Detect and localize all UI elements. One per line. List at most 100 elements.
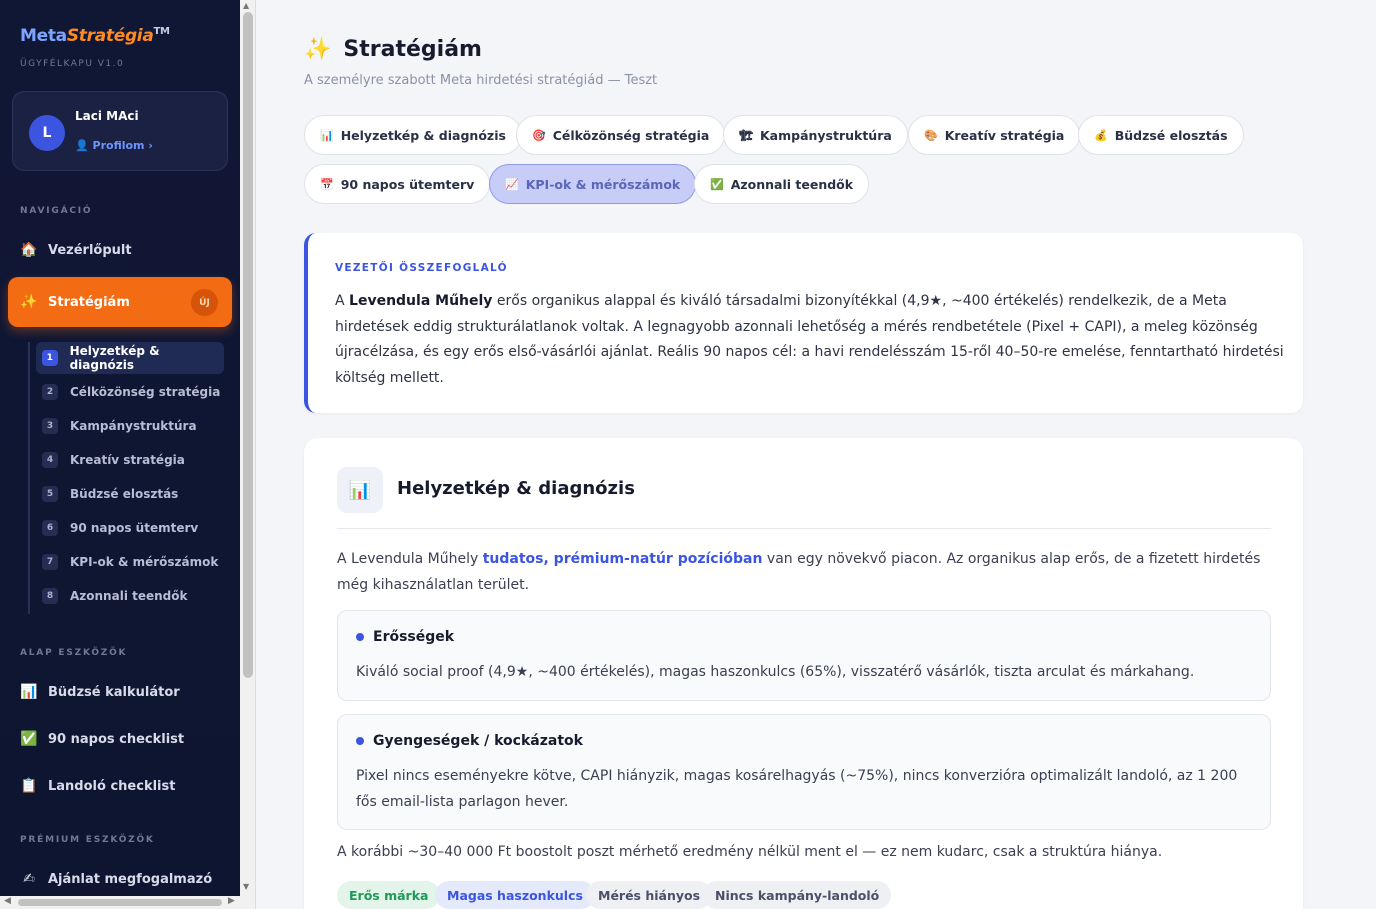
tab-budget-allocation[interactable]: 💰 Büdzsé elosztás (1078, 115, 1244, 155)
tab-campaign-structure[interactable]: 🏗 Kampánystruktúra (723, 115, 908, 155)
crane-icon: 🏗 (739, 128, 753, 142)
scroll-left-arrow-icon[interactable]: ◀ (4, 896, 11, 906)
sidebar-item-label: Stratégiám (48, 294, 130, 310)
money-bag-icon: 💰 (1094, 128, 1108, 142)
scroll-right-arrow-icon[interactable]: ▶ (228, 896, 235, 906)
sub-nav-label: Helyzetkép & diagnózis (69, 344, 160, 372)
sub-nav-item-7[interactable]: 7 KPI-ok & mérőszámok (36, 546, 224, 578)
sidebar-item-label: 90 napos checklist (48, 731, 185, 747)
scroll-up-arrow-icon[interactable]: ▲ (243, 1, 249, 10)
executive-summary-card: VEZETŐI ÖSSZEFOGLALÓ A Levendula Műhely … (304, 233, 1303, 413)
sidebar-item-label: Büdzsé kalkulátor (48, 684, 180, 700)
profile-link-label: Profilom › (92, 139, 153, 152)
sidebar-horizontal-scrollbar[interactable]: ◀ ▶ (0, 896, 240, 909)
section-divider (337, 528, 1271, 529)
tab-kpis[interactable]: 📈 KPI-ok & mérőszámok (489, 164, 697, 204)
weaknesses-text: Pixel nincs eseményekre kötve, CAPI hián… (356, 768, 1238, 810)
tab-label: Kampánystruktúra (759, 127, 892, 143)
chart-icon: 📊 (337, 467, 383, 513)
avatar: L (29, 115, 65, 151)
sidebar-item-label: Landoló checklist (48, 778, 176, 794)
section-outro: A korábbi ~30–40 000 Ft boostolt poszt m… (337, 844, 1163, 860)
chart-icon: 📊 (20, 684, 38, 700)
weaknesses-title: Gyengeségek / kockázatok (356, 733, 583, 749)
trend-up-icon: 📈 (505, 177, 519, 191)
tab-label: 90 napos ütemterv (340, 176, 475, 192)
scrollbar-thumb[interactable] (18, 899, 222, 906)
sub-nav-line (28, 342, 30, 614)
profile-card[interactable]: L Laci MAci 👤 Profilom › (12, 91, 228, 171)
sidebar-item-strategy[interactable]: ✨ Stratégiám ÚJ (8, 277, 232, 327)
tab-label: Célközönség stratégia (552, 127, 710, 143)
strengths-title: Erősségek (356, 629, 454, 645)
summary-prefix: A (335, 293, 350, 309)
brand-logo[interactable]: MetaStratégiaTM (20, 26, 170, 46)
page-title: ✨ Stratégiám (304, 37, 482, 62)
weaknesses-box: Gyengeségek / kockázatok Pixel nincs ese… (337, 714, 1271, 830)
palette-icon: 🎨 (924, 128, 938, 142)
sub-nav-label: Azonnali teendők (70, 589, 188, 603)
scroll-down-arrow-icon[interactable]: ▼ (243, 882, 249, 891)
brand-trademark: TM (153, 26, 170, 37)
user-icon: 👤 (75, 139, 93, 152)
summary-brand-name: Levendula Műhely (349, 293, 493, 309)
sub-nav-label: Kampánystruktúra (70, 419, 197, 433)
target-icon: 🎯 (532, 128, 546, 142)
section-intro: A Levendula Műhely tudatos, prémium-natú… (337, 547, 1267, 598)
sidebar-item-budget-calculator[interactable]: 📊 Büdzsé kalkulátor (20, 682, 180, 702)
tab-creative-strategy[interactable]: 🎨 Kreatív stratégia (908, 115, 1081, 155)
page-title-text: Stratégiám (343, 37, 482, 62)
intro-highlight: tudatos, prémium-natúr pozícióban (482, 551, 763, 567)
nav-section-label: NAVIGÁCIÓ (20, 206, 93, 216)
sub-nav-item-1[interactable]: 1 Helyzetkép & diagnózis (36, 342, 224, 374)
sparkles-icon: ✨ (20, 294, 38, 310)
clipboard-icon: 📋 (20, 778, 38, 794)
sidebar-item-offer-writer[interactable]: ✍ Ajánlat megfogalmazó (20, 869, 212, 889)
sub-nav-item-5[interactable]: 5 Büdzsé elosztás (36, 478, 224, 510)
tab-label: Helyzetkép & diagnózis (340, 127, 506, 143)
scrollbar-thumb[interactable] (243, 12, 253, 678)
sub-nav-label: 90 napos ütemterv (70, 521, 199, 535)
step-number: 6 (42, 520, 58, 536)
sidebar-item-landing-checklist[interactable]: 📋 Landoló checklist (20, 776, 175, 796)
sub-nav-label: Büdzsé elosztás (70, 487, 179, 501)
tab-90-day-plan[interactable]: 📅 90 napos ütemterv (304, 164, 491, 204)
sub-nav-item-2[interactable]: 2 Célközönség stratégia (36, 376, 224, 408)
sub-nav-label: Kreatív stratégia (70, 453, 185, 467)
step-number: 8 (42, 588, 58, 604)
sub-nav-item-8[interactable]: 8 Azonnali teendők (36, 580, 224, 612)
intro-before: A Levendula Műhely (337, 551, 483, 567)
checkmark-icon: ✅ (20, 731, 38, 747)
tag-high-margin: Magas haszonkulcs (435, 881, 595, 909)
brand-part-strategia: Stratégia (66, 26, 154, 46)
sidebar-item-dashboard[interactable]: 🏠 Vezérlőpult (20, 240, 131, 260)
sidebar-item-90-day-checklist[interactable]: ✅ 90 napos checklist (20, 729, 184, 749)
step-number: 7 (42, 554, 58, 570)
sidebar-vertical-scrollbar[interactable]: ▲ ▼ (240, 0, 256, 909)
sidebar-item-label: Ajánlat megfogalmazó (48, 871, 213, 887)
tab-situation-diagnosis[interactable]: 📊 Helyzetkép & diagnózis (304, 115, 522, 155)
tab-audience-strategy[interactable]: 🎯 Célközönség stratégia (516, 115, 726, 155)
tag-no-landing: Nincs kampány-landoló (703, 881, 892, 909)
bullet-dot-icon (356, 737, 364, 745)
sub-nav-item-4[interactable]: 4 Kreatív stratégia (36, 444, 224, 476)
weaknesses-title-text: Gyengeségek / kockázatok (373, 733, 583, 749)
profile-name: Laci MAci (75, 109, 139, 123)
writing-hand-icon: ✍ (23, 871, 35, 887)
main-content: ✨ Stratégiám A személyre szabott Meta hi… (257, 0, 1376, 909)
home-icon: 🏠 (20, 242, 38, 258)
new-badge: ÚJ (191, 289, 218, 316)
step-number: 5 (42, 486, 58, 502)
tag-measurement-missing: Mérés hiányos (586, 881, 713, 909)
bullet-dot-icon (356, 633, 364, 641)
tab-immediate-actions[interactable]: ✅ Azonnali teendők (694, 164, 870, 204)
sub-nav-item-6[interactable]: 6 90 napos ütemterv (36, 512, 224, 544)
situation-diagnosis-section: 📊 Helyzetkép & diagnózis A Levendula Műh… (304, 438, 1303, 909)
section-title: Helyzetkép & diagnózis (397, 478, 635, 499)
step-number: 1 (42, 350, 58, 366)
profile-link[interactable]: 👤 Profilom › (75, 139, 153, 152)
strengths-title-text: Erősségek (373, 629, 455, 645)
sub-nav-item-3[interactable]: 3 Kampánystruktúra (36, 410, 224, 442)
page-subtitle: A személyre szabott Meta hirdetési strat… (304, 73, 658, 88)
summary-label: VEZETŐI ÖSSZEFOGLALÓ (335, 262, 508, 274)
